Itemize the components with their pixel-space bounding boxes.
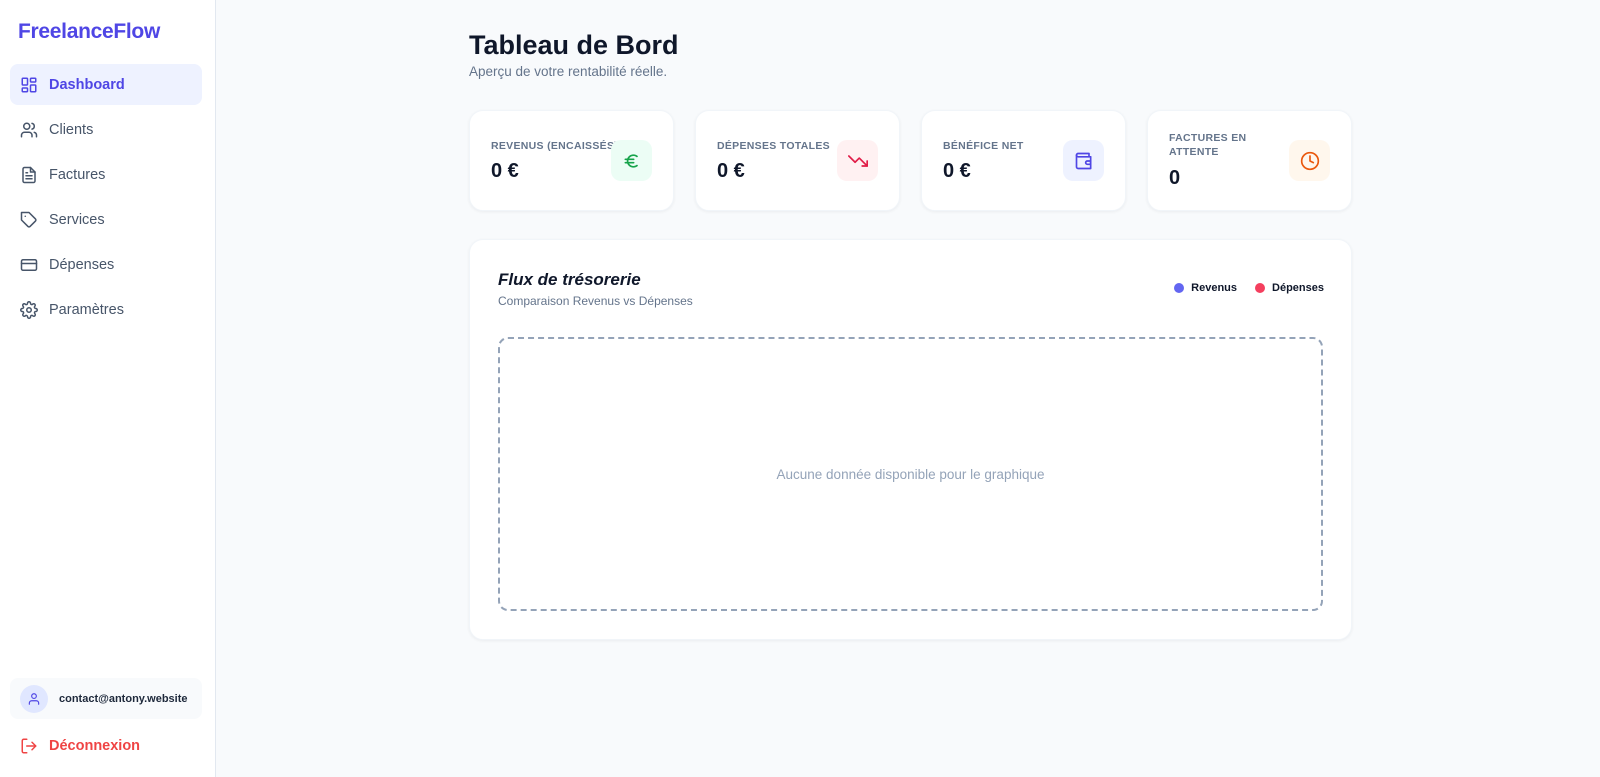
stat-value: 0 € [943,160,971,182]
sidebar-item-label: Dépenses [49,256,115,273]
user-icon [20,684,48,713]
logout-icon [21,738,37,754]
stat-label: Factures en attente [1169,132,1247,158]
sidebar-item-label: Dashboard [49,76,125,93]
gear-icon [20,300,38,319]
tag-icon [20,211,38,229]
sidebar-item-label: Services [49,211,105,228]
sidebar-item-label: Factures [49,166,106,183]
user-email: contact@antony.website [59,692,188,705]
trending-down-icon [837,140,878,181]
stat-card-depenses: Dépenses totales 0 € [695,110,900,211]
sidebar: FreelanceFlow Dashboard Clients Factures… [0,0,216,777]
wallet-icon [1063,140,1104,181]
sidebar-item-clients[interactable]: Clients [10,109,202,150]
stat-card-benefice: Bénéfice net 0 € [921,110,1126,211]
sidebar-nav: Dashboard Clients Factures Services Dépe… [10,64,202,334]
stat-card-factures-attente: Factures en attente 0 [1147,110,1352,211]
stat-label: Dépenses totales [717,140,830,152]
legend-label: Revenus [1191,282,1238,294]
cashflow-chart-card: Flux de trésorerie Comparaison Revenus v… [469,239,1352,640]
sidebar-item-services[interactable]: Services [10,199,202,240]
file-text-icon [20,166,38,184]
legend-label: Dépenses [1272,282,1324,294]
logout-button[interactable]: Déconnexion [20,737,140,755]
stat-label: Revenus (encaissés) [491,140,619,152]
legend-dot [1255,283,1266,293]
dashboard-icon [20,76,38,94]
clock-icon [1289,140,1330,181]
page-subtitle: Aperçu de votre rentabilité réelle. [469,64,668,79]
sidebar-item-factures[interactable]: Factures [10,154,202,195]
sidebar-item-parametres[interactable]: Paramètres [10,289,202,330]
app-logo[interactable]: FreelanceFlow [18,20,160,44]
sidebar-item-label: Paramètres [49,301,124,318]
user-profile[interactable]: contact@antony.website [10,678,202,719]
legend-dot [1174,283,1185,293]
sidebar-item-label: Clients [49,121,94,138]
chart-title: Flux de trésorerie [498,270,641,289]
chart-empty-state: Aucune donnée disponible pour le graphiq… [498,337,1323,611]
chart-subtitle: Comparaison Revenus vs Dépenses [498,294,693,308]
chart-legend: Revenus Dépenses [1156,282,1324,294]
legend-item-depenses: Dépenses [1255,282,1324,294]
logout-label: Déconnexion [49,738,141,754]
sidebar-item-dashboard[interactable]: Dashboard [10,64,202,105]
stat-card-revenus: Revenus (encaissés) 0 € [469,110,674,211]
chart-empty-text: Aucune donnée disponible pour le graphiq… [776,466,1045,482]
stat-value: 0 € [491,160,519,182]
sidebar-item-depenses[interactable]: Dépenses [10,244,202,285]
euro-icon [611,140,652,181]
users-icon [20,121,38,139]
stat-value: 0 € [717,160,745,182]
page-title: Tableau de Bord [469,30,679,60]
stat-value: 0 [1169,167,1181,189]
stat-label: Bénéfice net [943,140,1024,152]
legend-item-revenus: Revenus [1174,282,1237,294]
credit-card-icon [20,256,38,274]
